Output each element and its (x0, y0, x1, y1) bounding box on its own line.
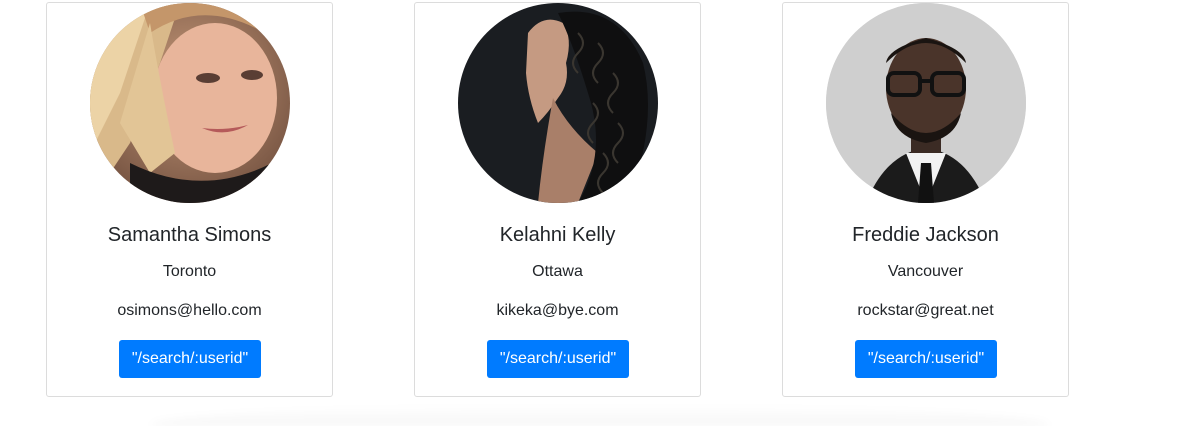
user-email: rockstar@great.net (857, 302, 994, 319)
search-userid-button[interactable]: "/search/:userid" (119, 340, 261, 378)
user-name: Freddie Jackson (852, 224, 999, 246)
portrait-curly-hair-woman-icon (458, 3, 658, 203)
user-card: Samantha Simons Toronto osimons@hello.co… (46, 2, 333, 397)
user-city: Vancouver (887, 263, 964, 280)
user-email: osimons@hello.com (117, 302, 262, 319)
user-name: Kelahni Kelly (499, 224, 616, 246)
user-card: Kelahni Kelly Ottawa kikeka@bye.com "/se… (414, 2, 701, 397)
portrait-man-glasses-suit-icon (826, 3, 1026, 203)
portrait-blonde-woman-icon (90, 3, 290, 203)
user-city: Ottawa (532, 263, 583, 280)
user-card-grid: Samantha Simons Toronto osimons@hello.co… (0, 0, 1182, 426)
user-name: Samantha Simons (107, 224, 272, 246)
bottom-shadow (150, 405, 1050, 426)
avatar (826, 3, 1026, 203)
user-card: Freddie Jackson Vancouver rockstar@great… (782, 2, 1069, 397)
user-city: Toronto (162, 263, 217, 280)
avatar (458, 3, 658, 203)
avatar (90, 3, 290, 203)
search-userid-button[interactable]: "/search/:userid" (855, 340, 997, 378)
search-userid-button[interactable]: "/search/:userid" (487, 340, 629, 378)
user-email: kikeka@bye.com (496, 302, 619, 319)
